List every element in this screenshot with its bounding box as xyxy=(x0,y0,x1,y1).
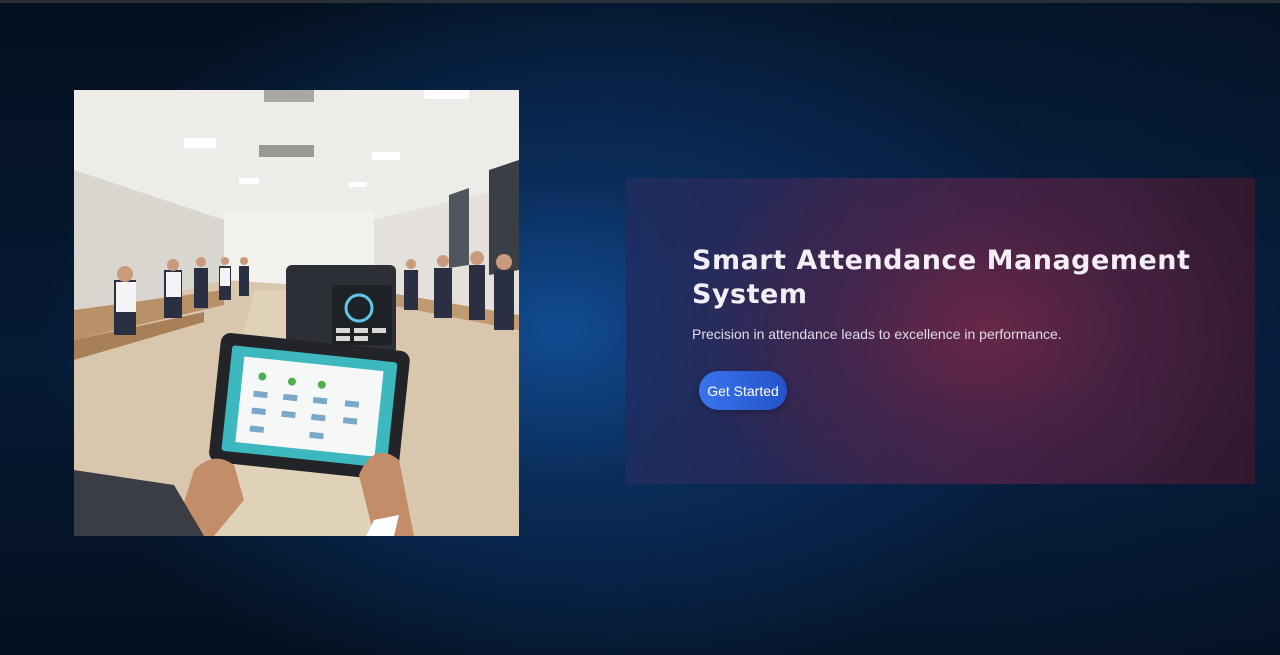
hero-card: Smart Attendance Management System Preci… xyxy=(626,178,1255,484)
hero-image xyxy=(74,90,519,536)
get-started-button[interactable]: Get Started xyxy=(699,371,787,410)
landing-page: Smart Attendance Management System Preci… xyxy=(0,0,1280,655)
tagline: Precision in attendance leads to excelle… xyxy=(692,326,1062,342)
page-title: Smart Attendance Management System xyxy=(692,245,1191,310)
hero-illustration xyxy=(74,90,519,536)
browser-top-strip xyxy=(0,0,1280,3)
